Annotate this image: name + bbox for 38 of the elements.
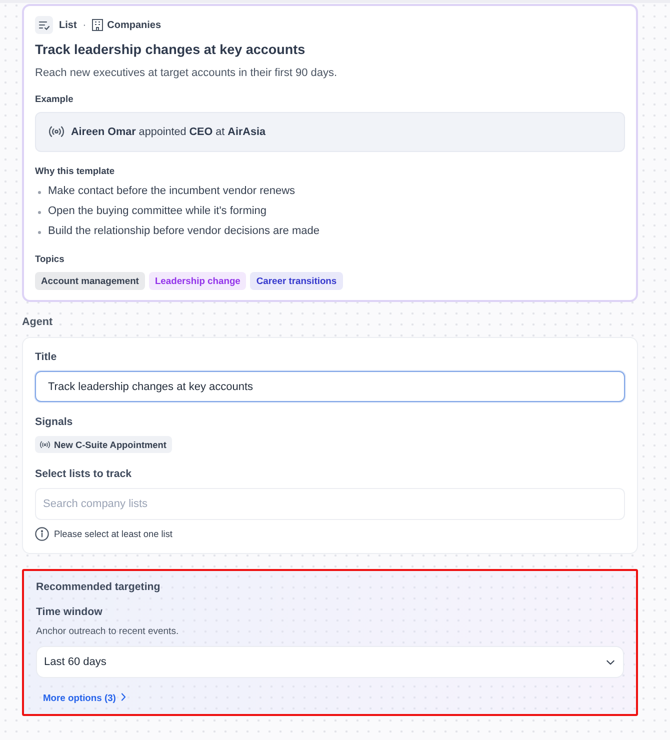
- more-options-link[interactable]: More options (3): [43, 690, 126, 704]
- chevron-down-icon: [606, 660, 615, 664]
- topic-tag: Career transitions: [250, 272, 343, 290]
- template-title: Track leadership changes at key accounts: [35, 41, 306, 59]
- info-icon: [35, 527, 49, 541]
- broadcast-icon: [40, 440, 50, 448]
- chevron-right-icon: [120, 693, 126, 701]
- bullet-icon: [38, 231, 41, 234]
- template-description: Reach new executives at target accounts in their first 90 days.: [35, 66, 338, 81]
- topic-tag: Account management: [35, 272, 145, 290]
- why-heading: Why this template: [35, 165, 116, 178]
- reason-text: Make contact before the incumbent vendor renews: [48, 185, 296, 197]
- bullet-icon: [38, 211, 41, 214]
- breadcrumb-list: List: [59, 20, 77, 30]
- reason-text: Open the buying committee while it's forming: [48, 205, 267, 217]
- example-text: Aireen Omar appointed CEO at AirAsia: [71, 126, 266, 138]
- example-heading: Example: [35, 93, 74, 106]
- section-label: Agent: [22, 315, 54, 330]
- title-input[interactable]: Track leadership changes at key accounts: [35, 371, 625, 402]
- list-check-icon: [35, 16, 53, 34]
- field-label: Signals: [35, 415, 74, 430]
- breadcrumb-separator: ·: [82, 20, 86, 30]
- broadcast-icon: [49, 126, 64, 138]
- panel-heading: Recommended targeting: [36, 580, 162, 595]
- reason-text: Build the relationship before vendor decisions are made: [48, 225, 320, 237]
- time-window-select[interactable]: Last 60 days: [36, 646, 624, 678]
- breadcrumb-entity: Companies: [107, 20, 162, 30]
- field-label: Title: [35, 350, 58, 365]
- bullet-icon: [38, 191, 41, 194]
- field-label: Select lists to track: [35, 467, 133, 482]
- field-label: Time window: [36, 605, 104, 620]
- building-icon: [92, 19, 104, 31]
- signal-label: New C-Suite Appointment: [54, 440, 166, 450]
- topics-heading: Topics: [35, 253, 66, 266]
- field-description: Anchor outreach to recent events.: [36, 625, 180, 639]
- topic-tag: Leadership change: [148, 272, 246, 290]
- search-field[interactable]: Search company lists: [35, 488, 625, 520]
- hint-text: Please select at least one list: [54, 529, 172, 539]
